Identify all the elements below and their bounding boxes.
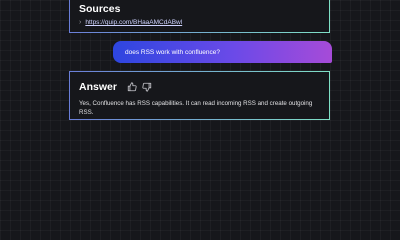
answer-title: Answer <box>79 81 117 93</box>
answer-header: Answer <box>79 81 320 93</box>
answer-card: Answer Yes, Confluence has RSS capabilit… <box>69 71 330 120</box>
answer-text: Yes, Confluence has RSS capabilities. It… <box>79 100 313 116</box>
source-link[interactable]: https://quip.com/BHaaAMCdABwl <box>85 19 182 26</box>
sources-card: Sources › https://quip.com/BHaaAMCdABwl <box>69 0 330 33</box>
thumbs-up-icon[interactable] <box>127 82 138 93</box>
bullet-icon: › <box>79 19 82 26</box>
sources-title: Sources <box>79 3 121 15</box>
user-message-bubble: does RSS work with confluence? <box>113 41 332 63</box>
user-message-text: does RSS work with confluence? <box>125 48 221 56</box>
source-item: › https://quip.com/BHaaAMCdABwl <box>79 19 320 26</box>
thumbs-down-icon[interactable] <box>142 82 153 93</box>
